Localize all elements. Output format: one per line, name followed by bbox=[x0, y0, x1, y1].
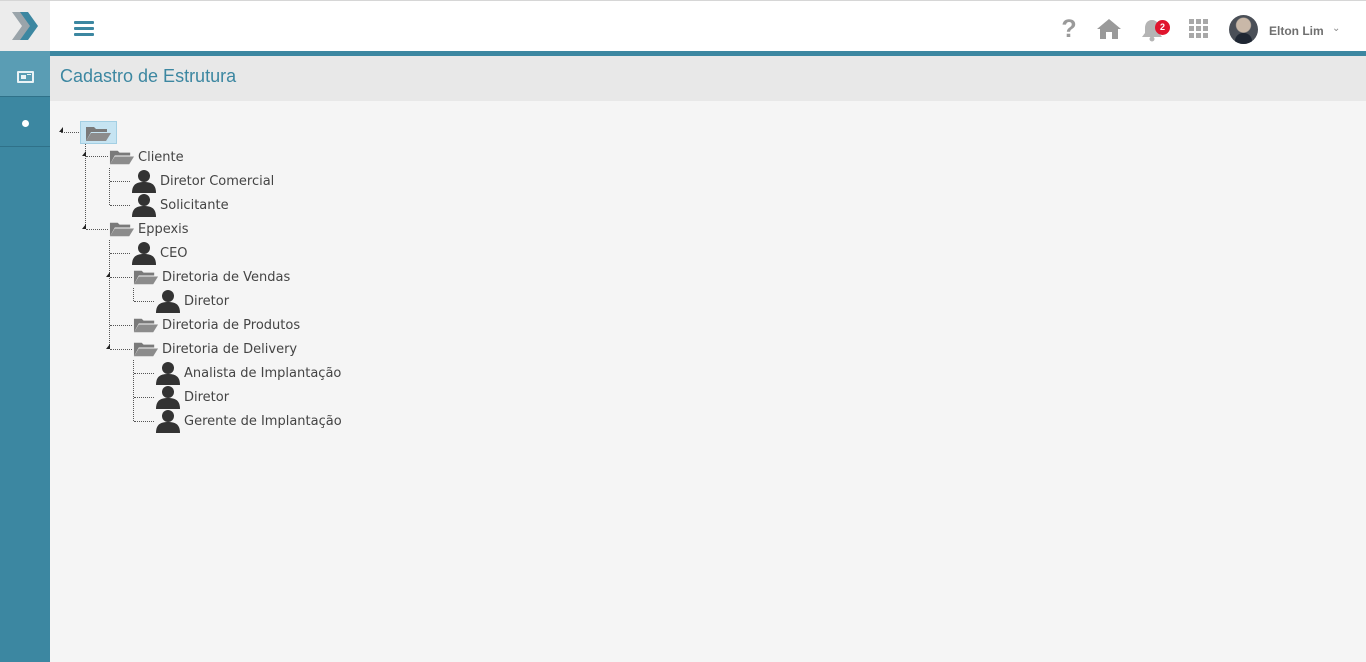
user-name[interactable]: Elton Lim bbox=[1269, 24, 1324, 38]
top-bar: ? 2 Elton Lim ⌄ bbox=[0, 0, 1366, 52]
tree-node-diretoria-produtos[interactable]: Diretoria de Produtos bbox=[133, 314, 300, 336]
tree-node-diretoria-vendas[interactable]: Diretoria de Vendas bbox=[133, 266, 290, 288]
apps-grid-icon[interactable] bbox=[1189, 19, 1209, 39]
hamburger-icon bbox=[74, 21, 94, 24]
logo-icon bbox=[12, 12, 38, 40]
person-icon bbox=[132, 194, 156, 217]
tree-node-label: Analista de Implantação bbox=[184, 365, 342, 381]
tree-node-person[interactable]: Analista de Implantação bbox=[155, 362, 342, 385]
person-icon bbox=[156, 410, 180, 433]
tree-node-label: Diretor bbox=[184, 389, 230, 405]
avatar[interactable] bbox=[1229, 15, 1258, 44]
notification-count-badge: 2 bbox=[1155, 20, 1170, 35]
folder-open-icon bbox=[133, 342, 159, 357]
tree-node-label: Diretor Comercial bbox=[160, 173, 275, 189]
tree-node-person[interactable]: Diretor bbox=[155, 386, 230, 409]
folder-open-icon bbox=[133, 270, 159, 285]
folder-open-icon bbox=[109, 222, 135, 237]
tree-node-eppexis[interactable]: Eppexis bbox=[109, 218, 189, 240]
sidebar-item-secondary[interactable] bbox=[0, 101, 50, 147]
hamburger-icon-line bbox=[74, 33, 94, 36]
dot-icon bbox=[22, 120, 29, 127]
tree-node-label: Solicitante bbox=[160, 197, 229, 213]
tree-node-label: Diretor bbox=[184, 293, 230, 309]
tree-node-root[interactable] bbox=[80, 121, 117, 144]
tree-node-label: Diretoria de Delivery bbox=[162, 341, 298, 357]
person-icon bbox=[132, 242, 156, 265]
tree-node-label: Eppexis bbox=[138, 221, 189, 237]
folder-open-icon bbox=[133, 318, 159, 333]
hamburger-icon-line bbox=[74, 27, 94, 30]
person-icon bbox=[156, 386, 180, 409]
logo[interactable] bbox=[0, 1, 50, 52]
home-icon[interactable] bbox=[1096, 18, 1122, 40]
sidebar bbox=[0, 51, 50, 662]
tree-node-label: Diretoria de Vendas bbox=[162, 269, 291, 285]
tree-node-person[interactable]: Diretor Comercial bbox=[131, 170, 275, 193]
person-icon bbox=[132, 170, 156, 193]
tree-node-person[interactable]: Gerente de Implantação bbox=[155, 410, 342, 433]
tree-node-cliente[interactable]: Cliente bbox=[109, 146, 184, 168]
id-card-icon bbox=[17, 71, 34, 83]
tree-node-label: Diretoria de Produtos bbox=[162, 317, 301, 333]
tree-node-label: Gerente de Implantação bbox=[184, 413, 342, 429]
tree-node-diretoria-delivery[interactable]: Diretoria de Delivery bbox=[133, 338, 297, 360]
tree-node-person[interactable]: Diretor bbox=[155, 290, 230, 313]
hamburger-menu-button[interactable] bbox=[74, 21, 94, 37]
help-icon[interactable]: ? bbox=[1059, 17, 1079, 42]
person-icon bbox=[156, 290, 180, 313]
tree-node-person[interactable]: Solicitante bbox=[131, 194, 229, 217]
person-icon bbox=[156, 362, 180, 385]
page-header: Cadastro de Estrutura bbox=[50, 56, 1366, 101]
folder-open-icon bbox=[86, 127, 111, 141]
sidebar-item-cadastro[interactable] bbox=[0, 51, 50, 97]
tree-node-label: Cliente bbox=[138, 149, 184, 165]
tree-node-label: CEO bbox=[160, 245, 188, 261]
folder-open-icon bbox=[109, 150, 135, 165]
chevron-down-icon[interactable]: ⌄ bbox=[1332, 23, 1340, 34]
page-title: Cadastro de Estrutura bbox=[60, 66, 237, 86]
tree-node-person[interactable]: CEO bbox=[131, 242, 188, 265]
